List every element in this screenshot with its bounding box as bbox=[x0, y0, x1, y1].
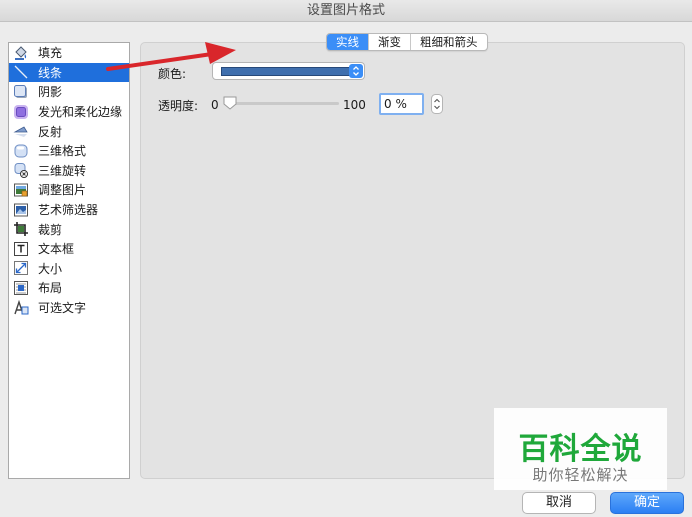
sidebar-item-label: 三维旋转 bbox=[38, 163, 87, 178]
3d-format-icon bbox=[13, 143, 29, 159]
sidebar-item-label: 发光和柔化边缘 bbox=[38, 105, 123, 120]
sidebar-item-3d-format[interactable]: 三维格式 bbox=[9, 141, 129, 161]
alt-text-icon bbox=[13, 299, 29, 316]
line-type-tabs[interactable]: 实线 渐变 粗细和箭头 bbox=[326, 33, 488, 51]
crop-icon bbox=[13, 221, 29, 237]
sidebar-item-crop[interactable]: 裁剪 bbox=[9, 219, 129, 239]
sidebar-item-line[interactable]: 线条 bbox=[9, 62, 129, 83]
size-icon bbox=[13, 260, 29, 276]
sidebar-item-label: 布局 bbox=[38, 281, 63, 296]
sidebar-item-shadow[interactable]: 阴影 bbox=[9, 82, 129, 102]
transparency-stepper[interactable] bbox=[431, 94, 443, 114]
watermark-subtitle: 助你轻松解决 bbox=[532, 466, 629, 484]
cancel-button[interactable]: 取消 bbox=[522, 492, 596, 514]
sidebar-item-glow[interactable]: 发光和柔化边缘 bbox=[9, 102, 129, 122]
sidebar-item-3d-rotation[interactable]: 三维旋转 bbox=[9, 161, 129, 181]
transparency-slider-knob[interactable] bbox=[222, 95, 238, 111]
slider-min-label: 0 bbox=[211, 98, 219, 112]
sidebar-item-adjust-picture[interactable]: 调整图片 bbox=[9, 180, 129, 200]
sidebar-item-label: 调整图片 bbox=[38, 183, 87, 198]
sidebar-item-fill[interactable]: 填充 bbox=[9, 43, 129, 63]
sidebar-item-alt-text[interactable]: 可选文字 bbox=[9, 298, 129, 318]
3d-rotation-icon bbox=[13, 162, 29, 179]
tab-solid-line[interactable]: 实线 bbox=[327, 34, 368, 50]
layout-icon bbox=[13, 280, 29, 296]
glow-icon bbox=[13, 104, 29, 120]
chevron-updown-icon[interactable] bbox=[349, 64, 363, 78]
sidebar-item-label: 反射 bbox=[38, 124, 63, 139]
line-icon bbox=[13, 64, 29, 80]
sidebar-item-label: 大小 bbox=[38, 261, 63, 276]
tab-weight-and-arrows[interactable]: 粗细和箭头 bbox=[410, 34, 487, 50]
format-category-list[interactable]: 填充 线条 阴影 发光和柔化边缘 反射 三维格式 三维旋转 调整图片 艺术筛选器… bbox=[8, 42, 130, 479]
window-titlebar: 设置图片格式 bbox=[0, 0, 692, 22]
color-label: 颜色: bbox=[158, 67, 187, 81]
sidebar-item-label: 可选文字 bbox=[38, 301, 87, 316]
adjust-picture-icon bbox=[13, 182, 29, 198]
slider-max-label: 100 bbox=[343, 98, 366, 112]
sidebar-item-label: 线条 bbox=[38, 65, 63, 80]
transparency-slider-track[interactable] bbox=[224, 102, 339, 105]
watermark-title: 百科全说 bbox=[518, 432, 643, 467]
sidebar-item-label: 三维格式 bbox=[38, 144, 87, 159]
artistic-filter-icon bbox=[13, 202, 29, 218]
sidebar-item-size[interactable]: 大小 bbox=[9, 259, 129, 279]
sidebar-item-reflection[interactable]: 反射 bbox=[9, 121, 129, 141]
sidebar-item-label: 填充 bbox=[38, 46, 63, 61]
color-swatch bbox=[221, 67, 351, 76]
sidebar-item-artistic-filter[interactable]: 艺术筛选器 bbox=[9, 200, 129, 220]
tab-gradient[interactable]: 渐变 bbox=[368, 34, 410, 50]
fill-bucket-icon bbox=[13, 45, 29, 61]
ok-button[interactable]: 确定 bbox=[610, 492, 684, 514]
sidebar-item-layout[interactable]: 布局 bbox=[9, 278, 129, 298]
transparency-input[interactable]: 0 % bbox=[379, 93, 424, 115]
line-color-dropdown[interactable] bbox=[212, 62, 365, 80]
sidebar-item-label: 艺术筛选器 bbox=[38, 203, 99, 218]
sidebar-item-text-box[interactable]: 文本框 bbox=[9, 239, 129, 259]
shadow-icon bbox=[13, 84, 29, 100]
text-box-icon bbox=[13, 241, 29, 257]
sidebar-item-label: 文本框 bbox=[38, 242, 75, 257]
sidebar-item-label: 裁剪 bbox=[38, 222, 63, 237]
sidebar-item-label: 阴影 bbox=[38, 85, 63, 100]
watermark-logo: 百科全说 助你轻松解决 bbox=[494, 408, 667, 490]
transparency-label: 透明度: bbox=[158, 99, 199, 113]
window-title: 设置图片格式 bbox=[306, 3, 385, 18]
reflection-icon bbox=[13, 123, 29, 139]
